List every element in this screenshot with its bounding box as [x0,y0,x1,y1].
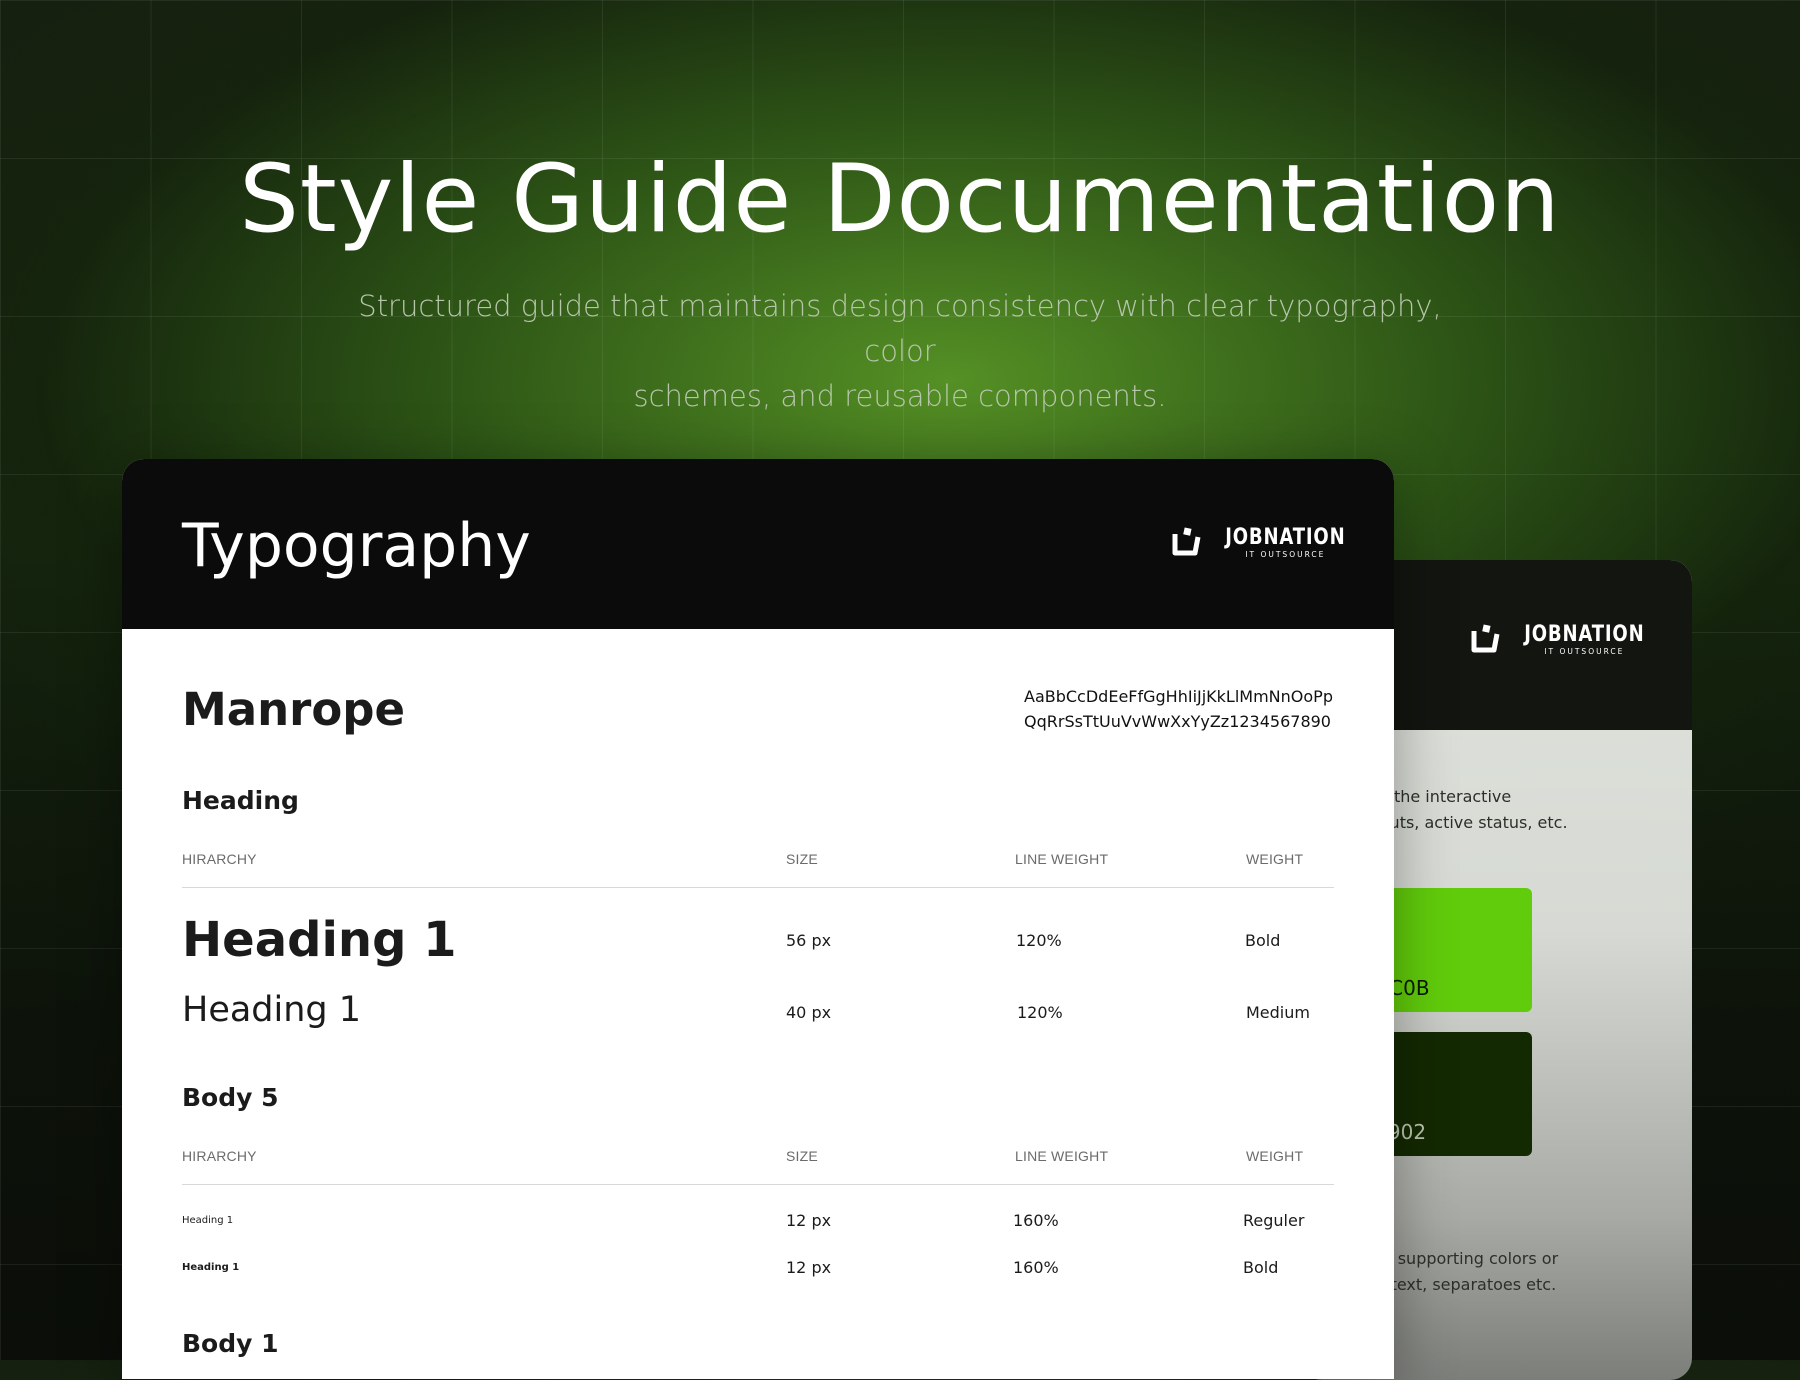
column-header-line-weight: LINE WEIGHT [1015,851,1109,867]
jobnation-logo-icon [1471,624,1500,653]
type-line-height: 160% [1013,1211,1059,1230]
section-title-heading: Heading [182,786,299,815]
column-header-hierarchy: HIRARCHY [182,1148,257,1164]
column-header-line-weight: LINE WEIGHT [1015,1148,1109,1164]
font-specimen: AaBbCcDdEeFfGgHhIiJjKkLlMmNnOoPp QqRrSsT… [1024,684,1364,734]
type-size: 12 px [786,1211,832,1230]
type-weight: Medium [1246,1003,1310,1022]
type-line-height: 120% [1016,931,1062,950]
font-family-name: Manrope [182,683,406,736]
type-weight: Bold [1243,1258,1279,1277]
type-weight: Reguler [1243,1211,1305,1230]
type-line-height: 120% [1017,1003,1063,1022]
jobnation-logo: JOBNATION IT OUTSOURCE [1468,622,1658,656]
column-header-size: SIZE [786,851,818,867]
type-size: 12 px [786,1258,832,1277]
type-sample: Heading 1 [182,1215,234,1226]
type-size: 56 px [786,931,832,950]
type-sample: Heading 1 [182,990,362,1030]
typography-card: Typography JOBNATION IT OUTSOURCE Manrop… [122,459,1394,1379]
specimen-line-2: QqRrSsTtUuVvWwXxYyZz1234567890 [1024,712,1331,731]
hero: Style Guide Documentation Structured gui… [0,140,1800,419]
brand-name: JOBNATION [1524,621,1645,647]
column-header-weight: WEIGHT [1246,851,1304,867]
column-header-weight: WEIGHT [1246,1148,1304,1164]
brand-tagline: IT OUTSOURCE [1245,549,1326,559]
type-line-height: 160% [1013,1258,1059,1277]
section-title-body-5: Body 5 [182,1083,279,1112]
subtitle-line-2: schemes, and reusable components. [633,379,1167,413]
table-divider [182,887,1334,888]
brand-tagline: IT OUTSOURCE [1544,646,1625,656]
column-header-hierarchy: HIRARCHY [182,851,257,867]
type-size: 40 px [786,1003,832,1022]
brand-name: JOBNATION [1225,524,1346,550]
jobnation-logo: JOBNATION IT OUTSOURCE [1169,525,1359,559]
specimen-line-1: AaBbCcDdEeFfGgHhIiJjKkLlMmNnOoPp [1024,687,1333,706]
section-title-body-1: Body 1 [182,1329,279,1358]
typography-card-header: Typography JOBNATION IT OUTSOURCE [122,459,1394,629]
subtitle-line-1: Structured guide that maintains design c… [358,289,1442,368]
type-weight: Bold [1245,931,1281,950]
type-sample: Heading 1 [182,912,457,968]
page-title: Style Guide Documentation [239,145,1561,254]
column-header-size: SIZE [786,1148,818,1164]
jobnation-logo-icon [1172,527,1201,556]
typography-title: Typography [182,511,531,581]
page-subtitle: Structured guide that maintains design c… [320,284,1480,419]
table-divider [182,1184,1334,1185]
type-sample: Heading 1 [182,1262,240,1273]
